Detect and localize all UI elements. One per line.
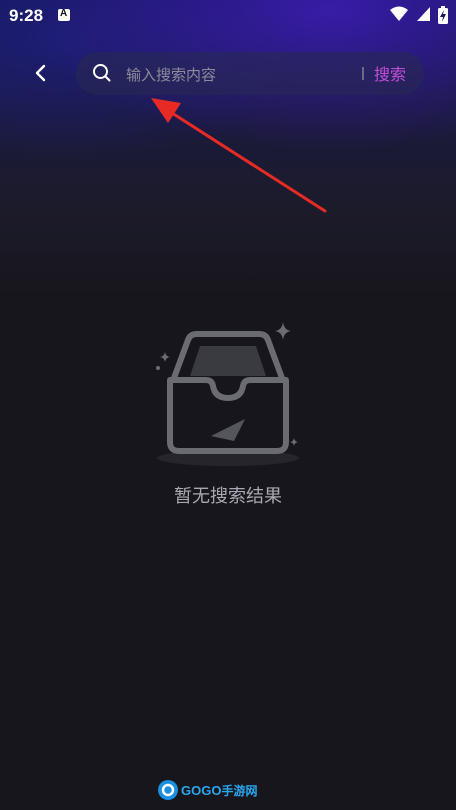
watermark-brand: GOGO bbox=[181, 782, 222, 798]
watermark-logo: GOGO 手游网 bbox=[158, 778, 257, 802]
watermark-mark bbox=[158, 780, 178, 800]
letter-g-icon bbox=[161, 783, 175, 797]
annotation-arrow bbox=[151, 98, 327, 213]
empty-state-message: 暂无搜索结果 bbox=[174, 486, 282, 507]
watermark-suffix: 手游网 bbox=[221, 783, 258, 798]
empty-box-illustration bbox=[156, 322, 299, 466]
